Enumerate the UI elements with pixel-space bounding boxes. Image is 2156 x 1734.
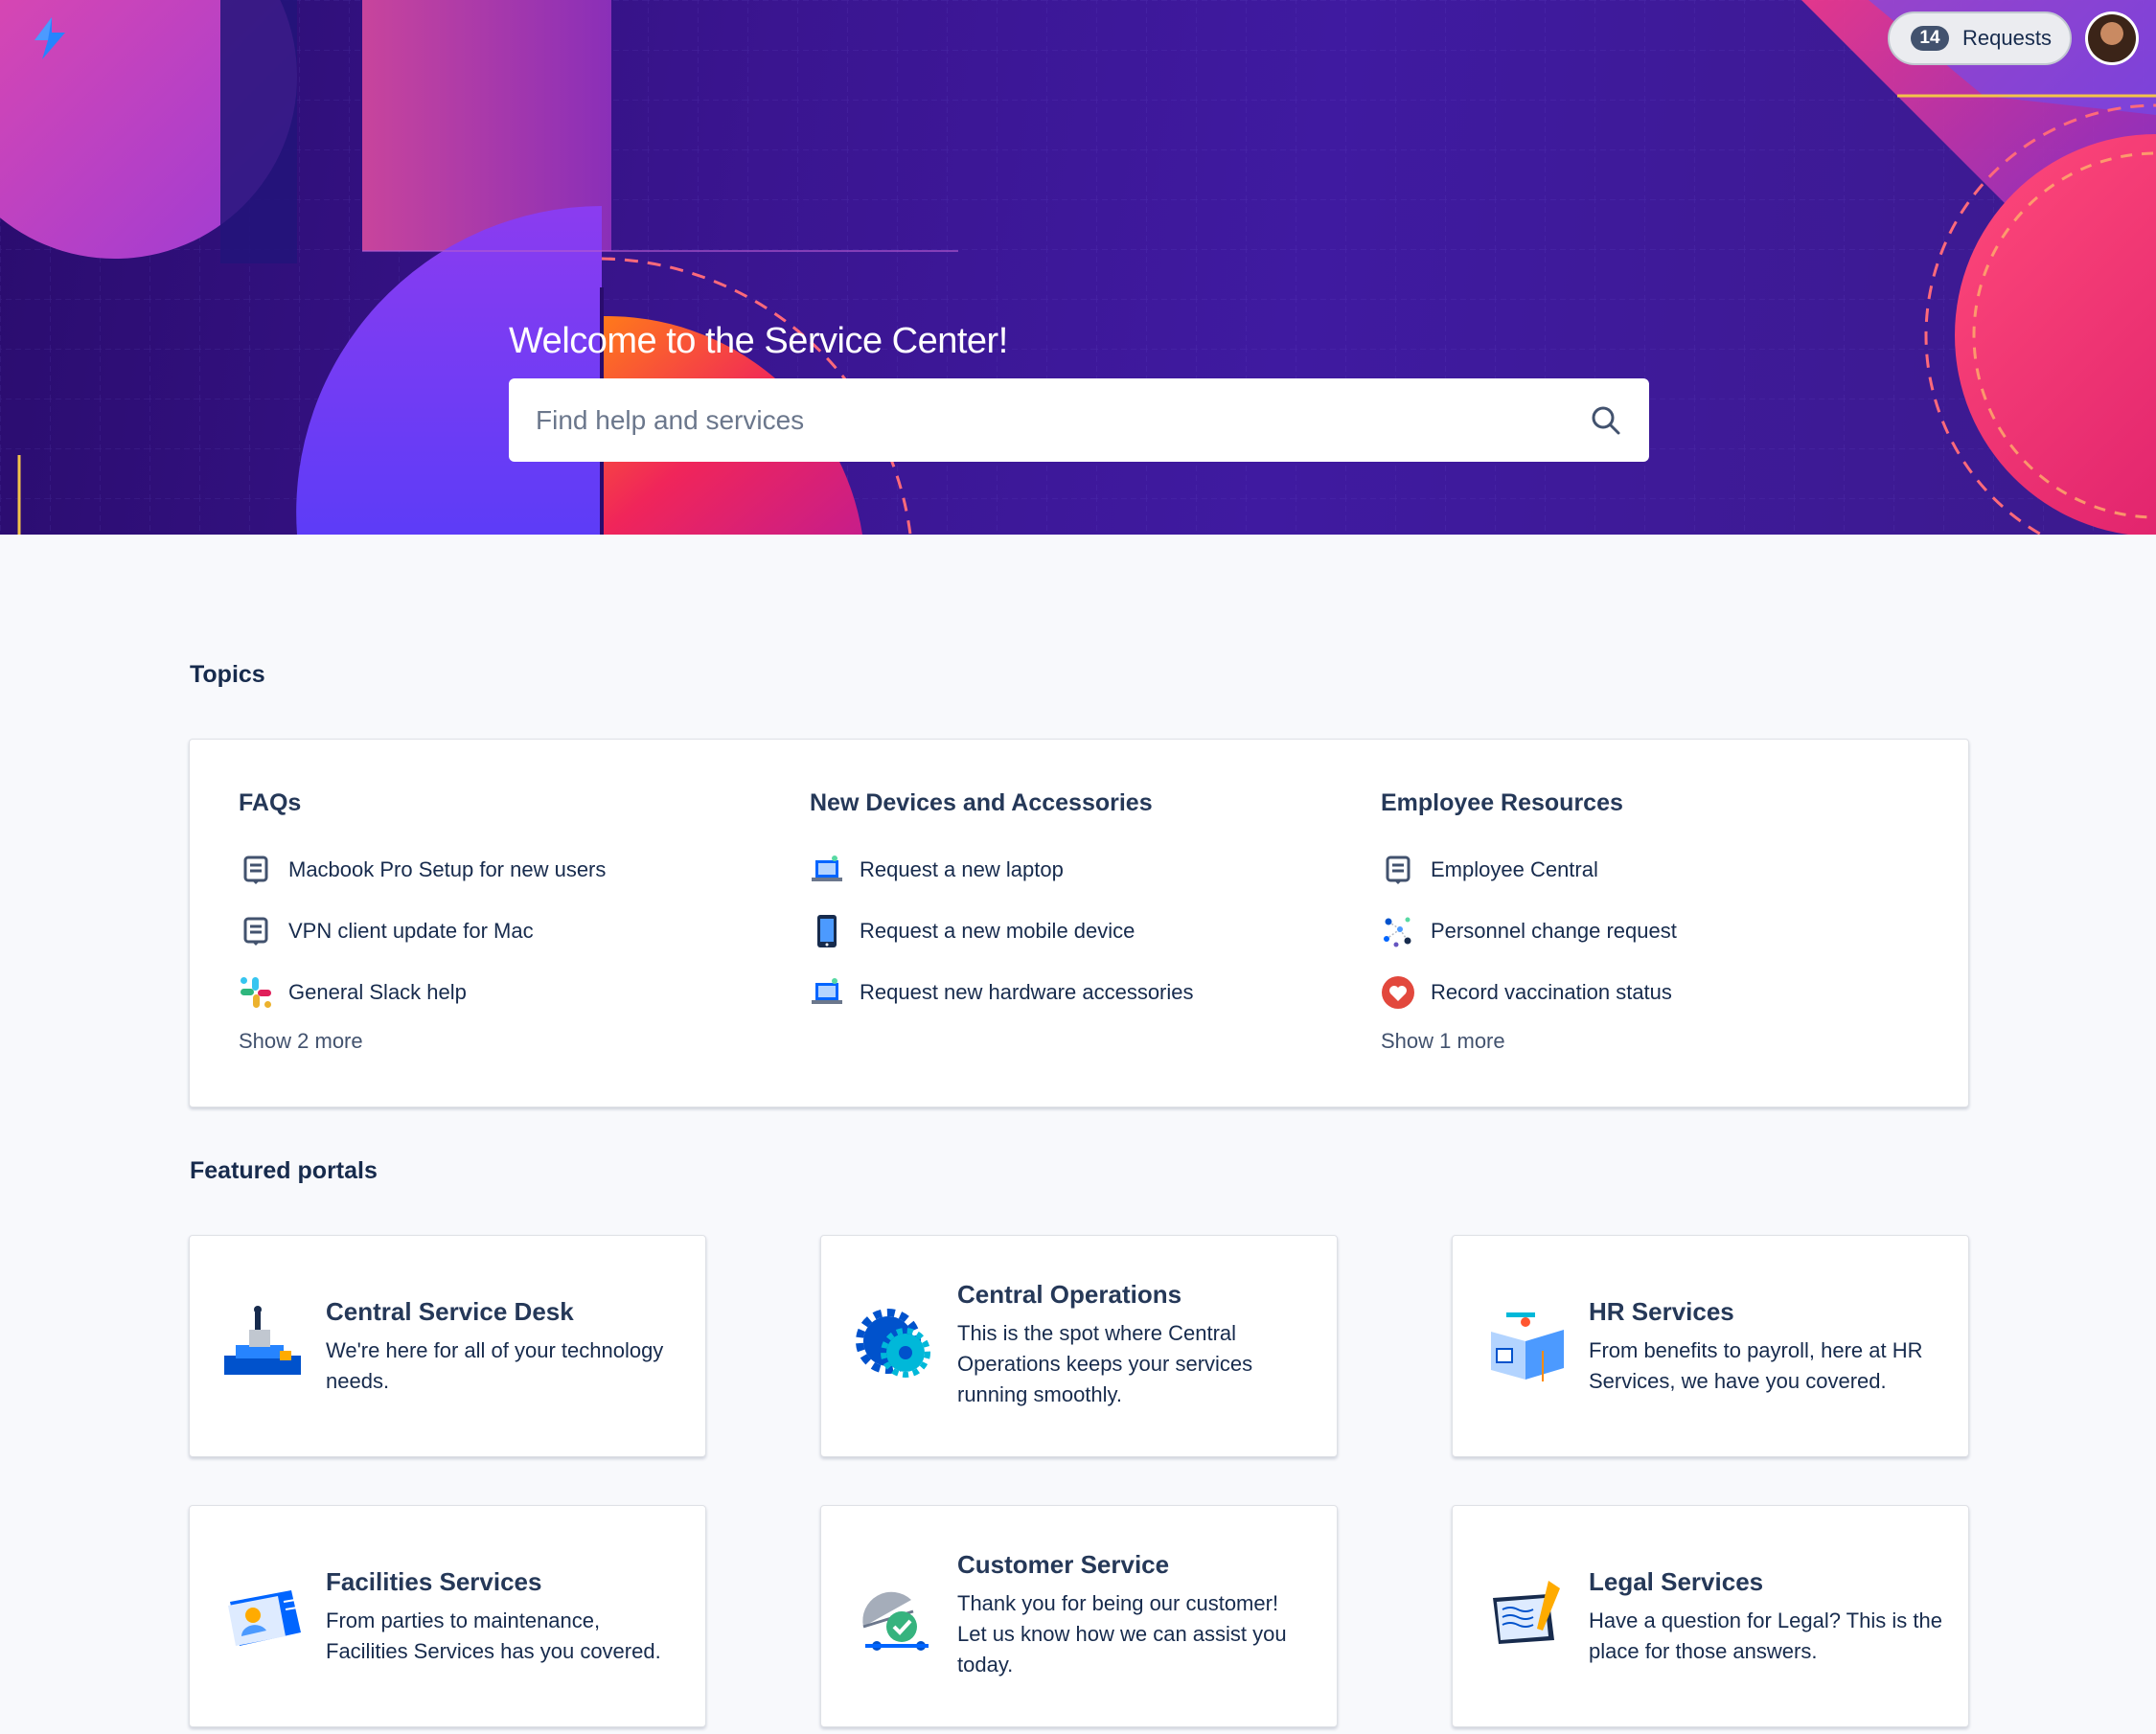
topic-item-label: Macbook Pro Setup for new users (288, 857, 607, 881)
topic-item[interactable]: Employee Central (1381, 839, 1917, 901)
featured-portals-title: Featured portals (190, 1157, 378, 1184)
topic-item[interactable]: Request a new mobile device (810, 901, 1346, 962)
hero-banner: 14 Requests Welcome to the Service Cente… (0, 0, 2156, 535)
heart-icon (1381, 975, 1415, 1010)
portal-title: Legal Services (1589, 1567, 1764, 1596)
gears-illustration (856, 1309, 930, 1378)
show-more-link[interactable]: Show 1 more (1381, 1029, 1505, 1054)
topic-item[interactable]: Request a new laptop (810, 839, 1346, 901)
portal-card-legal-services[interactable]: Legal Services Have a question for Legal… (1452, 1505, 1969, 1727)
portal-description: From benefits to payroll, here at HR Ser… (1589, 1338, 1923, 1393)
portal-description: We're here for all of your technology ne… (326, 1338, 664, 1393)
topic-item[interactable]: VPN client update for Mac (239, 901, 775, 962)
page-title: Welcome to the Service Center! (509, 321, 1008, 361)
hr-illustration (1491, 1312, 1564, 1381)
show-more-link[interactable]: Show 2 more (239, 1029, 363, 1054)
requests-count-badge: 14 (1911, 26, 1949, 51)
requests-button[interactable]: 14 Requests (1888, 11, 2072, 65)
topic-item[interactable]: Personnel change request (1381, 901, 1917, 962)
portal-title: Facilities Services (326, 1567, 542, 1596)
topic-item-label: Record vaccination status (1431, 980, 1672, 1004)
topic-column-faqs: FAQs Macbook Pro Setup for new users VPN… (239, 789, 775, 1054)
topic-item-label: VPN client update for Mac (288, 919, 534, 943)
search-bar (509, 378, 1649, 462)
portal-card-hr-services[interactable]: HR Services From benefits to payroll, he… (1452, 1235, 1969, 1457)
laptop-icon (810, 853, 844, 887)
mobile-icon (810, 914, 844, 948)
topic-item-label: General Slack help (288, 980, 467, 1004)
portal-title: Central Operations (957, 1280, 1182, 1309)
topic-item[interactable]: Macbook Pro Setup for new users (239, 839, 775, 901)
topics-section-title: Topics (190, 661, 265, 688)
topic-item[interactable]: Request new hardware accessories (810, 962, 1346, 1023)
legal-illustration (1493, 1581, 1560, 1644)
topic-item-label: Request new hardware accessories (860, 980, 1194, 1004)
search-icon[interactable] (1590, 404, 1622, 437)
avatar-image (2088, 14, 2136, 62)
article-icon (239, 853, 273, 887)
portal-card-central-operations[interactable]: Central Operations This is the spot wher… (820, 1235, 1338, 1457)
portal-title: Customer Service (957, 1550, 1170, 1579)
portal-card-customer-service[interactable]: Customer Service Thank you for being our… (820, 1505, 1338, 1727)
portal-description: From parties to maintenance, Facilities … (326, 1609, 661, 1663)
topic-heading: New Devices and Accessories (810, 789, 1153, 816)
topic-item[interactable]: General Slack help (239, 962, 775, 1023)
portal-title: HR Services (1589, 1297, 1734, 1326)
article-icon (1381, 853, 1415, 887)
cloche-illustration (862, 1591, 929, 1651)
topic-item-label: Employee Central (1431, 857, 1598, 881)
service-desk-illustration (224, 1306, 301, 1375)
portal-description: This is the spot where Central Operation… (957, 1321, 1253, 1406)
portal-description: Have a question for Legal? This is the p… (1589, 1609, 1942, 1663)
requests-label: Requests (1962, 26, 2052, 50)
article-icon (239, 914, 273, 948)
topic-item[interactable]: Record vaccination status (1381, 962, 1917, 1023)
user-avatar[interactable] (2085, 11, 2139, 65)
search-input[interactable] (536, 404, 1590, 436)
portal-title: Central Service Desk (326, 1297, 574, 1326)
network-icon (1381, 914, 1415, 948)
topics-card: FAQs Macbook Pro Setup for new users VPN… (189, 739, 1969, 1107)
service-center-logo[interactable] (29, 15, 71, 61)
laptop-icon (810, 975, 844, 1010)
topic-column-employee-resources: Employee Resources Employee Central Pers… (1381, 789, 1917, 1054)
portal-card-facilities-services[interactable]: Facilities Services From parties to main… (189, 1505, 706, 1727)
portal-card-central-service-desk[interactable]: Central Service Desk We're here for all … (189, 1235, 706, 1457)
topic-column-devices: New Devices and Accessories Request a ne… (810, 789, 1346, 1023)
topic-item-label: Request a new laptop (860, 857, 1064, 881)
topic-item-label: Personnel change request (1431, 919, 1677, 943)
id-card-illustration (228, 1590, 301, 1646)
topic-heading: FAQs (239, 789, 302, 816)
portal-description: Thank you for being our customer! Let us… (957, 1591, 1287, 1677)
topic-heading: Employee Resources (1381, 789, 1623, 816)
slack-icon (239, 975, 273, 1010)
topic-item-label: Request a new mobile device (860, 919, 1135, 943)
